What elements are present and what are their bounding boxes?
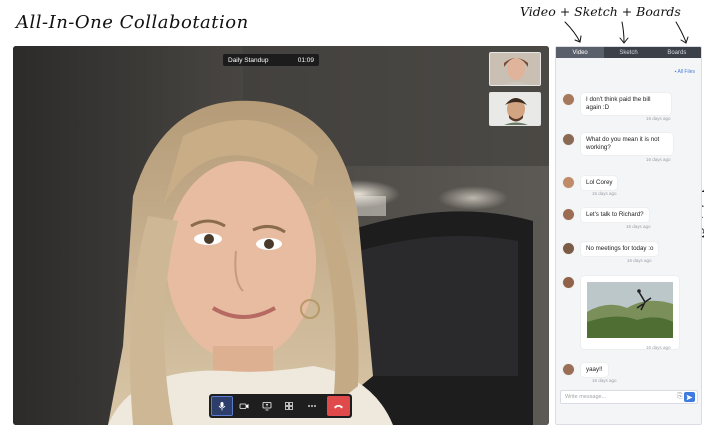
avatar [562,176,575,189]
chat-message: No meetings for today :o [562,242,659,256]
microphone-icon [218,402,226,411]
all-files-label: All Files [677,69,695,75]
screen-share-icon [262,402,272,411]
message-text: I don't think paid the bill again :D [581,93,671,115]
send-icon [686,394,693,400]
avatar [562,242,575,255]
message-timestamp: 16 days ago [592,378,617,383]
avatar [562,133,575,146]
chat-message: I don't think paid the bill again :D [562,93,671,115]
side-panel: Video Sketch Boards ▪ All Files I don't … [555,46,702,425]
tab-sketch[interactable]: Sketch [604,47,652,58]
attachment-icon[interactable]: ⎘ [676,393,684,401]
avatar [562,208,575,221]
grid-icon [285,402,294,410]
tab-boards[interactable]: Boards [653,47,701,58]
message-timestamp: 16 days ago [646,157,671,162]
message-composer: ⎘ [560,390,698,404]
message-input[interactable] [561,394,676,400]
tab-video[interactable]: Video [556,47,605,58]
avatar [562,276,575,289]
chat-message: What do you mean it is not working? [562,133,673,155]
participant-thumbnail[interactable] [489,52,541,86]
end-call-button[interactable] [326,396,350,416]
chat-message: Let's talk to Richard? [562,208,649,222]
message-text: yaay!! [581,363,608,377]
ellipsis-icon [307,405,316,407]
participant-video [13,46,549,425]
layout-grid-button[interactable] [279,396,301,416]
screen-share-button[interactable] [256,396,278,416]
video-stage[interactable]: Daily Standup 01:09 [13,46,549,425]
avatar [562,93,575,106]
call-timer: 01:09 [297,56,314,64]
hang-up-icon [333,405,343,409]
avatar [562,363,575,376]
chat-message [562,276,679,349]
chat-message: Lol Corey [562,176,618,190]
message-timestamp: 16 days ago [627,258,652,263]
video-camera-icon [239,403,249,409]
chat-message: yaay!! [562,363,608,377]
participant-thumbnail[interactable] [489,92,541,126]
message-timestamp: 16 days ago [626,224,651,229]
all-files-link[interactable]: ▪ All Files [675,69,695,75]
camera-button[interactable] [234,396,256,416]
more-options-button[interactable] [301,396,323,416]
landscape-photo [587,282,673,338]
image-attachment[interactable] [581,276,679,349]
message-text: Let's talk to Richard? [581,208,649,222]
message-text: What do you mean it is not working? [581,133,673,155]
message-timestamp: 16 days ago [592,191,617,196]
message-text: Lol Corey [581,176,618,190]
message-timestamp: 16 days ago [646,345,671,350]
mic-button[interactable] [211,396,233,416]
message-text: No meetings for today :o [581,242,659,256]
call-title: Daily Standup [228,56,269,64]
call-controls [209,394,352,418]
panel-tabs: Video Sketch Boards [556,47,701,58]
call-title-bar: Daily Standup 01:09 [223,54,319,66]
send-button[interactable] [684,392,695,402]
message-timestamp: 16 days ago [646,116,671,121]
